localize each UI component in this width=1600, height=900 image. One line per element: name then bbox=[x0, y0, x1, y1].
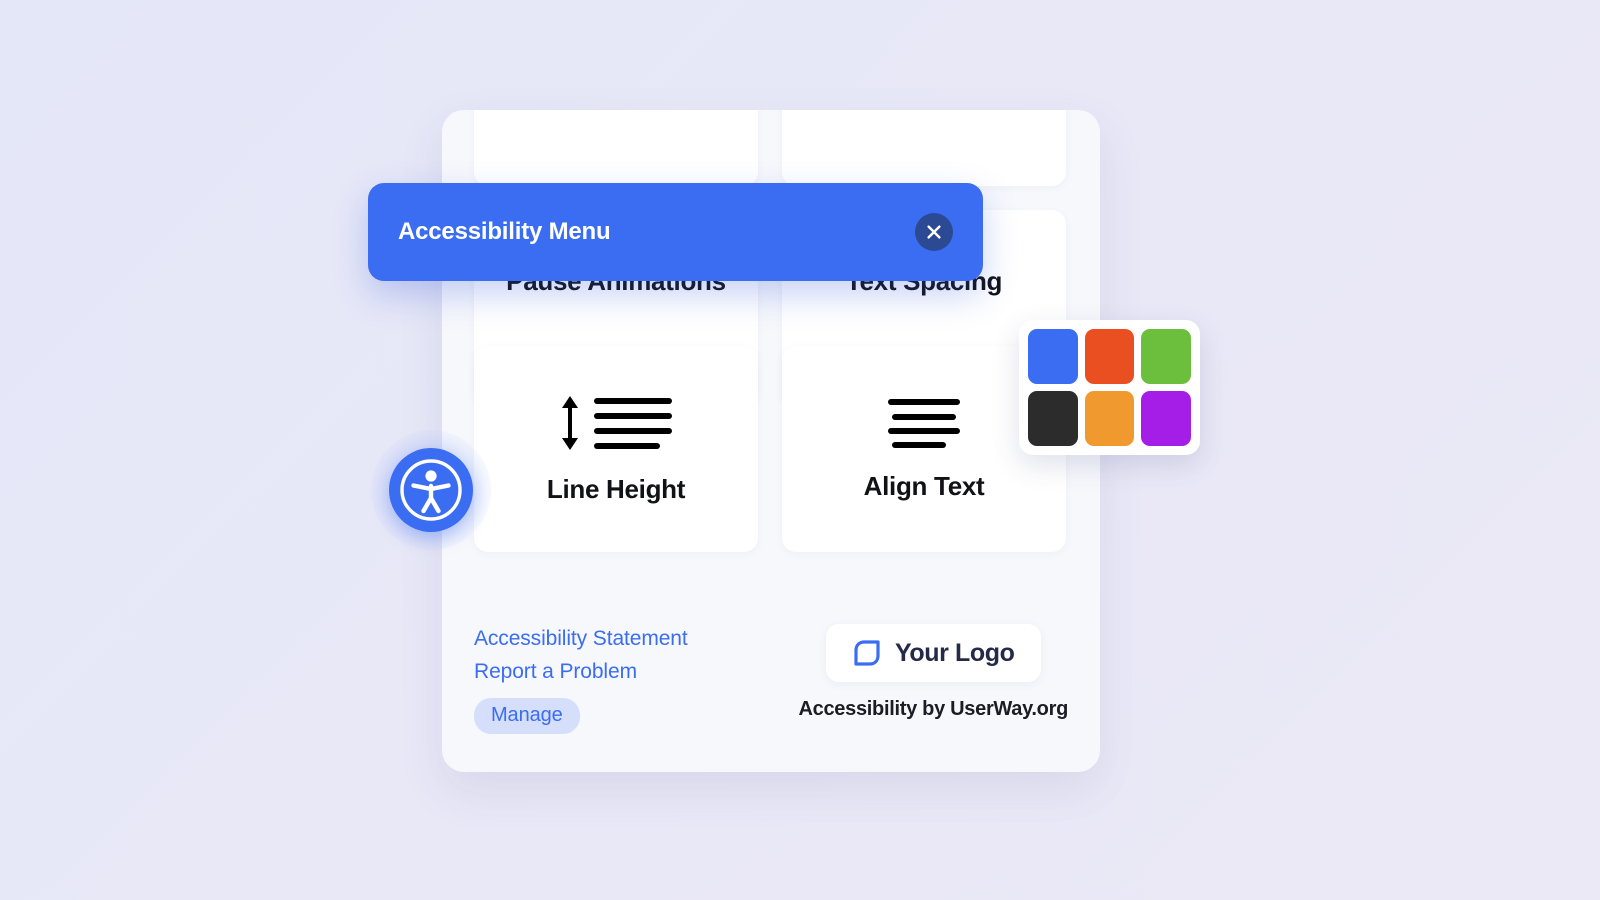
your-logo-chip[interactable]: Your Logo bbox=[825, 624, 1041, 683]
accessibility-menu-header: Accessibility Menu bbox=[368, 183, 983, 281]
accessibility-statement-link[interactable]: Accessibility Statement bbox=[474, 624, 688, 654]
color-swatch-green[interactable] bbox=[1141, 329, 1191, 384]
color-swatch-orange[interactable] bbox=[1084, 391, 1135, 446]
logo-mark-icon bbox=[852, 638, 882, 668]
close-button[interactable] bbox=[915, 213, 953, 251]
accessibility-widget-button[interactable] bbox=[389, 448, 473, 532]
footer-links: Accessibility Statement Report a Problem… bbox=[474, 624, 688, 734]
page-title: Accessibility Menu bbox=[398, 218, 611, 245]
color-swatch-red[interactable] bbox=[1084, 329, 1135, 384]
align-text-icon bbox=[888, 397, 960, 449]
screen: Pause Animations Text Spacing Line Heigh… bbox=[0, 0, 1600, 900]
color-palette-popover bbox=[1019, 320, 1200, 455]
footer-branding: Your Logo Accessibility by UserWay.org bbox=[799, 624, 1068, 721]
option-tile-cut-off-left[interactable] bbox=[474, 110, 758, 186]
logo-text: Your Logo bbox=[894, 638, 1015, 667]
option-tile-line-height[interactable]: Line Height bbox=[474, 346, 758, 552]
option-tile-label: Align Text bbox=[863, 470, 985, 501]
option-tile-label: Line Height bbox=[546, 473, 686, 504]
report-a-problem-link[interactable]: Report a Problem bbox=[474, 657, 637, 687]
color-swatch-black[interactable] bbox=[1028, 391, 1078, 446]
close-icon bbox=[926, 224, 942, 240]
userway-credit: Accessibility by UserWay.org bbox=[798, 698, 1069, 721]
panel-footer: Accessibility Statement Report a Problem… bbox=[474, 624, 1068, 734]
accessibility-widget bbox=[371, 430, 491, 550]
color-swatch-blue[interactable] bbox=[1028, 329, 1078, 384]
accessibility-person-icon bbox=[396, 455, 466, 525]
color-swatch-purple[interactable] bbox=[1141, 391, 1191, 446]
manage-button[interactable]: Manage bbox=[474, 698, 580, 734]
option-tile-cut-off-right[interactable] bbox=[782, 110, 1066, 186]
line-height-icon bbox=[556, 394, 676, 452]
